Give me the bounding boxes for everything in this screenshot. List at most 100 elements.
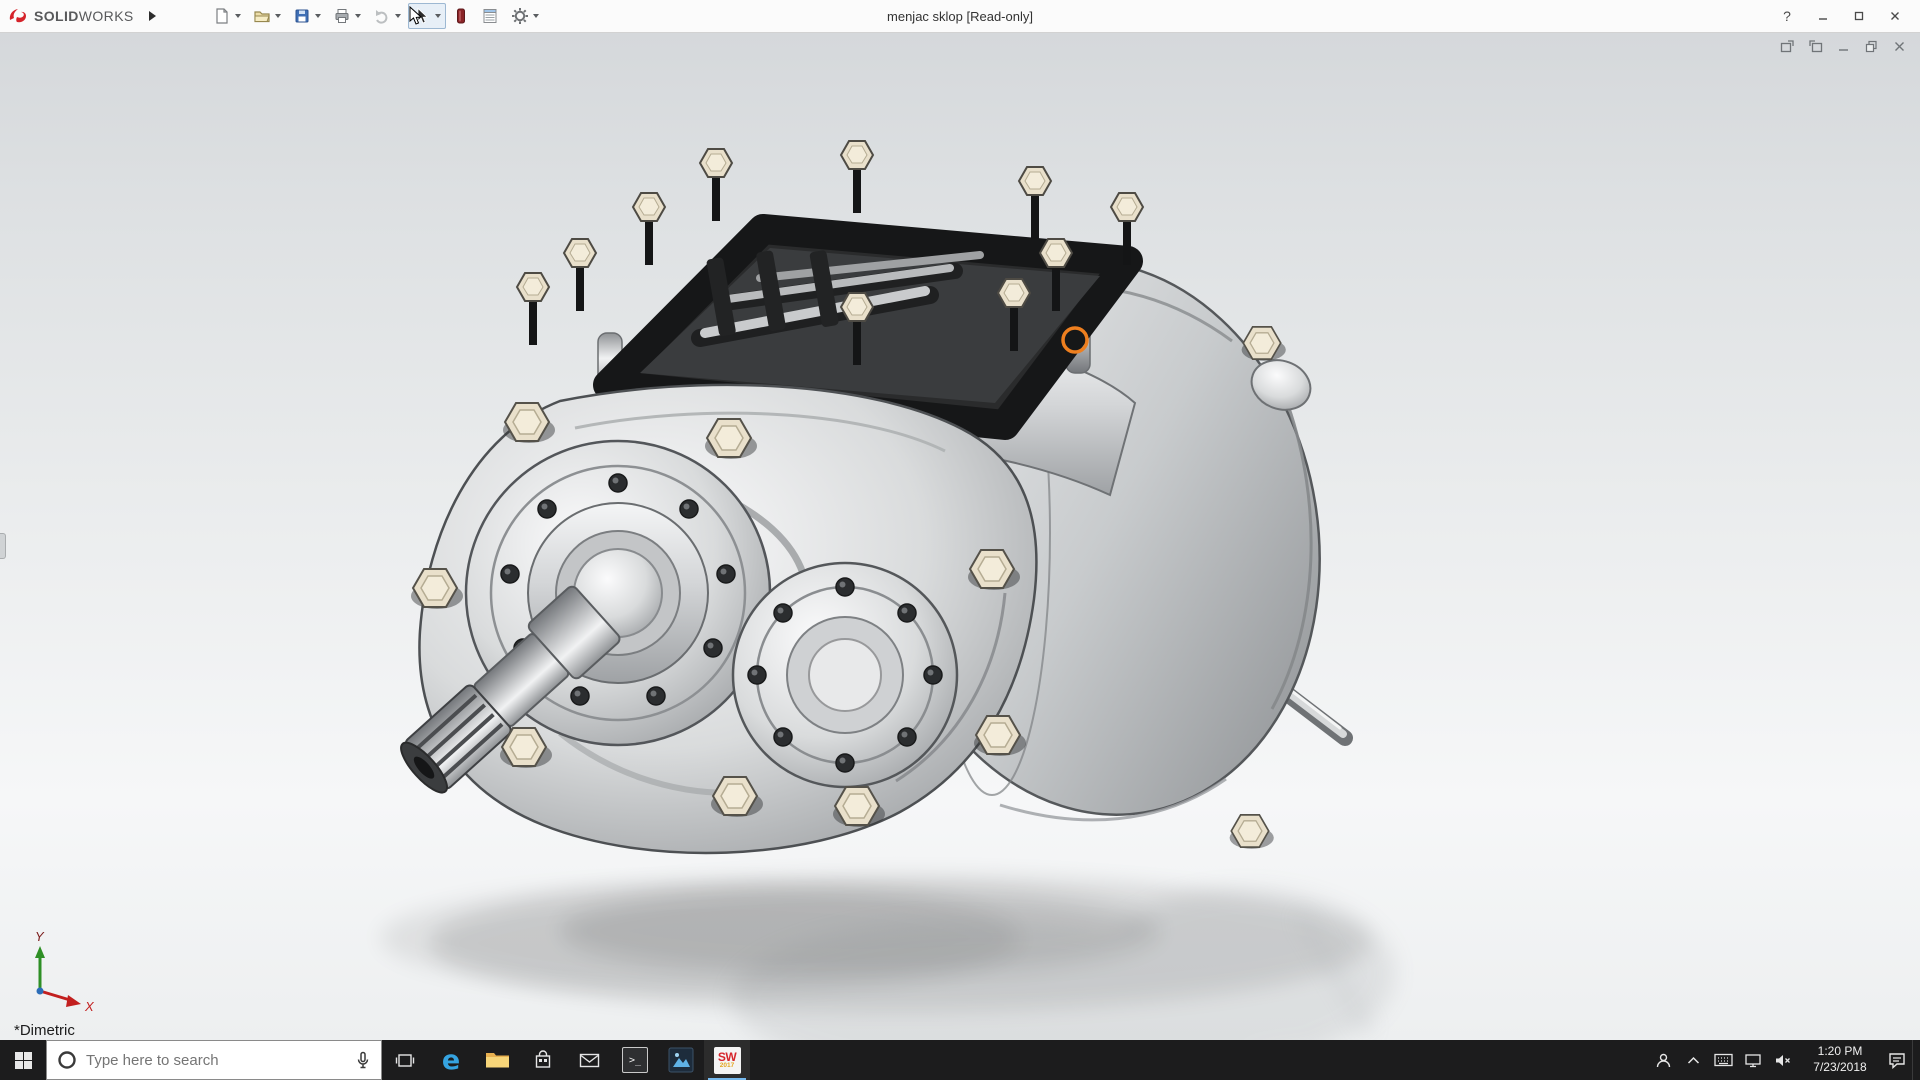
speaker-icon	[1774, 1053, 1792, 1068]
sw-year: 2017	[720, 1063, 734, 1070]
doc-minimize-button[interactable]	[1835, 38, 1852, 55]
view-orientation-label: *Dimetric	[14, 1022, 75, 1039]
dropdown-caret-icon[interactable]	[533, 14, 539, 18]
minimize-icon	[1817, 10, 1829, 22]
pane-right-icon	[1808, 39, 1823, 54]
app-icon-solidworks[interactable]: SW 2017	[704, 1040, 750, 1080]
select-tool-button[interactable]	[408, 3, 446, 29]
document-window-controls	[1779, 38, 1908, 55]
new-document-icon	[213, 7, 231, 25]
photos-icon	[668, 1047, 694, 1073]
printer-icon	[333, 7, 351, 25]
doc-restore-button[interactable]	[1863, 38, 1880, 55]
new-document-button[interactable]	[208, 3, 246, 29]
action-center-button[interactable]	[1882, 1040, 1912, 1080]
orientation-triad[interactable]: Y X	[35, 929, 95, 1014]
app-icon-file-explorer[interactable]	[474, 1040, 520, 1080]
doc-restore-icon	[1864, 39, 1879, 54]
expand-triangle-icon	[149, 11, 156, 21]
help-label: ?	[1783, 8, 1791, 24]
settings-button[interactable]	[506, 3, 544, 29]
task-view-icon	[395, 1052, 415, 1069]
brand-name: SOLIDWORKS	[34, 8, 134, 24]
sheet-table-icon	[481, 7, 499, 25]
taskbar: e >_ SW 2017	[0, 1040, 1920, 1080]
dropdown-caret-icon[interactable]	[395, 14, 401, 18]
taskbar-clock[interactable]: 1:20 PM 7/23/2018	[1798, 1040, 1882, 1080]
start-button[interactable]	[0, 1040, 46, 1080]
tray-expand-button[interactable]	[1678, 1040, 1708, 1080]
network-icon	[1744, 1053, 1762, 1068]
taskbar-search[interactable]	[46, 1040, 382, 1080]
menu-expand-arrow[interactable]	[144, 5, 162, 27]
volume-button[interactable]	[1768, 1040, 1798, 1080]
minimize-button[interactable]	[1808, 4, 1838, 28]
mail-envelope-icon	[579, 1052, 600, 1069]
appearances-button[interactable]	[448, 3, 474, 29]
keyboard-icon	[1714, 1053, 1733, 1067]
cortana-icon	[57, 1050, 77, 1070]
clock-date: 7/23/2018	[1813, 1060, 1866, 1076]
close-icon	[1889, 10, 1901, 22]
save-button[interactable]	[288, 3, 326, 29]
help-button[interactable]: ?	[1772, 4, 1802, 28]
pane-left-button[interactable]	[1779, 38, 1796, 55]
triad-y-label: Y	[35, 929, 45, 944]
titlebar: SOLIDWORKS	[0, 0, 1920, 33]
3d-viewport[interactable]: Y X	[0, 33, 1920, 1040]
clock-time: 1:20 PM	[1818, 1044, 1863, 1060]
open-document-button[interactable]	[248, 3, 286, 29]
brand-solid: SOLID	[34, 8, 79, 24]
close-button[interactable]	[1880, 4, 1910, 28]
select-cursor-icon	[413, 7, 431, 25]
microphone-icon[interactable]	[355, 1051, 371, 1069]
appearances-icon	[453, 7, 469, 25]
doc-close-button[interactable]	[1891, 38, 1908, 55]
dropdown-caret-icon[interactable]	[315, 14, 321, 18]
store-bag-icon	[533, 1050, 553, 1070]
maximize-icon	[1853, 10, 1865, 22]
solidworks-logo: SOLIDWORKS	[0, 7, 144, 25]
dropdown-caret-icon[interactable]	[275, 14, 281, 18]
app-icon-mail[interactable]	[566, 1040, 612, 1080]
app-icon-photos[interactable]	[658, 1040, 704, 1080]
bearing-cover-hub[interactable]	[733, 563, 957, 787]
open-folder-icon	[253, 7, 271, 25]
solidworks-ds-icon	[8, 7, 30, 25]
pane-right-button[interactable]	[1807, 38, 1824, 55]
app-icon-edge[interactable]: e	[428, 1040, 474, 1080]
dropdown-caret-icon[interactable]	[435, 14, 441, 18]
undo-button[interactable]	[368, 3, 406, 29]
pane-left-icon	[1780, 39, 1795, 54]
solidworks-app-icon: SW 2017	[714, 1047, 741, 1074]
search-input[interactable]	[86, 1052, 346, 1069]
people-icon	[1655, 1052, 1672, 1069]
save-floppy-icon	[293, 7, 311, 25]
quick-toolbar	[208, 3, 544, 29]
touch-keyboard-button[interactable]	[1708, 1040, 1738, 1080]
brand-works: WORKS	[79, 8, 134, 24]
print-button[interactable]	[328, 3, 366, 29]
dropdown-caret-icon[interactable]	[355, 14, 361, 18]
undo-arrow-icon	[373, 7, 391, 25]
dropdown-caret-icon[interactable]	[235, 14, 241, 18]
people-button[interactable]	[1648, 1040, 1678, 1080]
system-tray: 1:20 PM 7/23/2018	[1648, 1040, 1920, 1080]
sw-letters: SW	[718, 1051, 736, 1063]
task-view-button[interactable]	[382, 1040, 428, 1080]
windows-logo-icon	[15, 1052, 32, 1069]
doc-close-icon	[1892, 39, 1907, 54]
app-icon-console[interactable]: >_	[612, 1040, 658, 1080]
options-sheet-button[interactable]	[476, 3, 504, 29]
show-desktop-button[interactable]	[1912, 1040, 1920, 1080]
window-controls: ?	[1772, 4, 1920, 28]
chevron-up-icon	[1687, 1056, 1700, 1065]
model-shadow	[380, 875, 1395, 1040]
network-button[interactable]	[1738, 1040, 1768, 1080]
console-icon: >_	[622, 1047, 648, 1073]
edge-e-icon: e	[442, 1047, 460, 1074]
panel-collapse-tab[interactable]	[0, 533, 6, 559]
gearbox-assembly-model[interactable]: Y X	[0, 33, 1920, 1040]
maximize-button[interactable]	[1844, 4, 1874, 28]
app-icon-store[interactable]	[520, 1040, 566, 1080]
